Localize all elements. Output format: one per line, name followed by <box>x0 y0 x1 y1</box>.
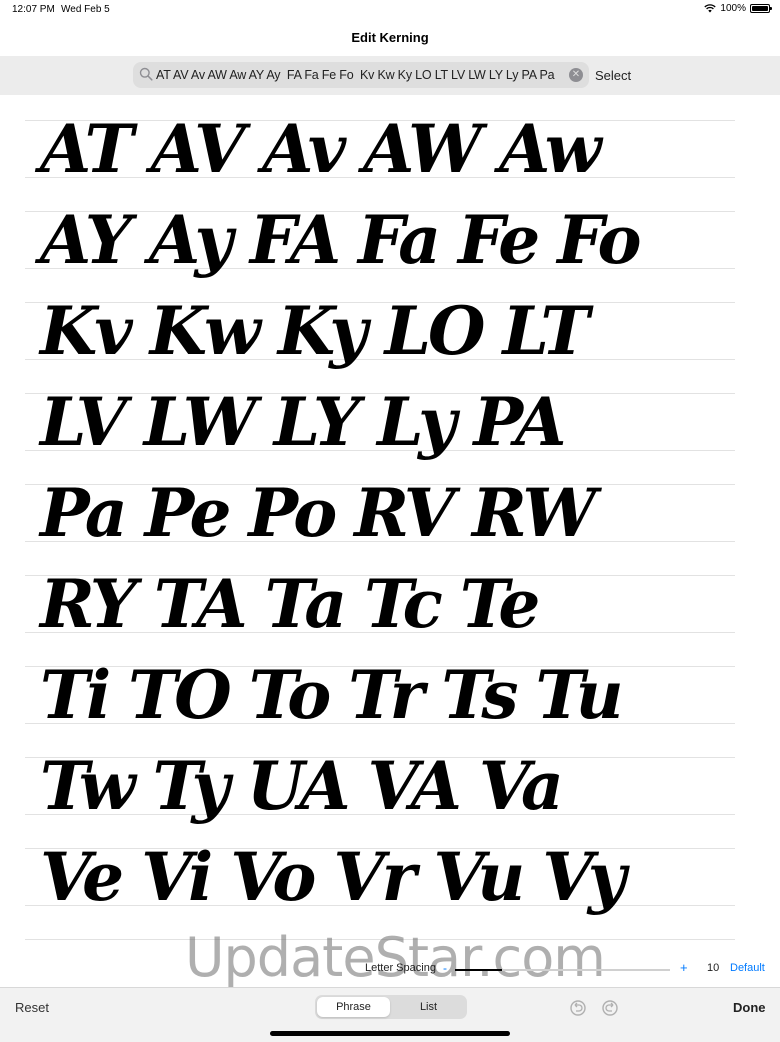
kerning-row[interactable]: Ti TO To Tr Ts Tu <box>40 662 735 728</box>
kerning-row[interactable]: AY Ay FA Fa Fe Fo <box>40 207 735 273</box>
battery-percent: 100% <box>720 3 746 14</box>
kerning-preview[interactable]: AT AV Av AW Aw AY Ay FA Fa Fe Fo Kv Kw K… <box>25 95 735 957</box>
segment-list[interactable]: List <box>392 997 465 1017</box>
kerning-row[interactable]: Pa Pe Po RV RW <box>40 480 735 546</box>
redo-icon[interactable] <box>600 998 620 1018</box>
kerning-row[interactable]: AT AV Av AW Aw <box>40 116 735 182</box>
letter-spacing-label: Letter Spacing <box>365 962 436 974</box>
home-indicator <box>270 1031 510 1036</box>
status-time: 12:07 PM <box>12 4 55 15</box>
search-bar: ✕ Select <box>0 56 780 95</box>
increase-spacing-button[interactable]: + <box>680 960 688 975</box>
kerning-row[interactable]: Ve Vi Vo Vr Vu Vy <box>40 844 735 910</box>
segment-phrase[interactable]: Phrase <box>317 997 390 1017</box>
battery-icon <box>750 4 772 13</box>
page-title: Edit Kerning <box>351 30 429 45</box>
decrease-spacing-button[interactable]: - <box>443 961 447 975</box>
kerning-row[interactable]: Tw Ty UA VA Va <box>40 753 735 819</box>
search-input[interactable] <box>156 62 564 88</box>
search-icon <box>139 67 153 81</box>
slider-fill <box>455 969 503 971</box>
status-bar: 12:07 PM Wed Feb 5 100% <box>0 0 780 20</box>
search-field[interactable]: ✕ <box>133 62 589 88</box>
select-button[interactable]: Select <box>595 68 631 83</box>
status-right: 100% <box>704 3 772 14</box>
kerning-row[interactable]: LV LW LY Ly PA <box>40 389 735 455</box>
wifi-icon <box>704 4 717 13</box>
default-button[interactable]: Default <box>730 962 765 974</box>
clear-icon[interactable]: ✕ <box>569 68 583 82</box>
view-mode-segmented-control: Phrase List <box>315 995 467 1019</box>
kerning-row[interactable]: RY TA Ta Tc Te <box>40 571 735 637</box>
reset-button[interactable]: Reset <box>15 1000 49 1015</box>
letter-spacing-control: Letter Spacing - + 10 Default <box>0 955 780 983</box>
kerning-row[interactable]: Kv Kw Ky LO LT <box>40 298 735 364</box>
done-button[interactable]: Done <box>733 1000 766 1015</box>
undo-icon[interactable] <box>568 998 588 1018</box>
letter-spacing-slider[interactable] <box>455 969 670 971</box>
bottom-toolbar: Reset Phrase List Done <box>0 987 780 1042</box>
letter-spacing-value: 10 <box>707 962 720 974</box>
status-date: Wed Feb 5 <box>61 4 110 15</box>
